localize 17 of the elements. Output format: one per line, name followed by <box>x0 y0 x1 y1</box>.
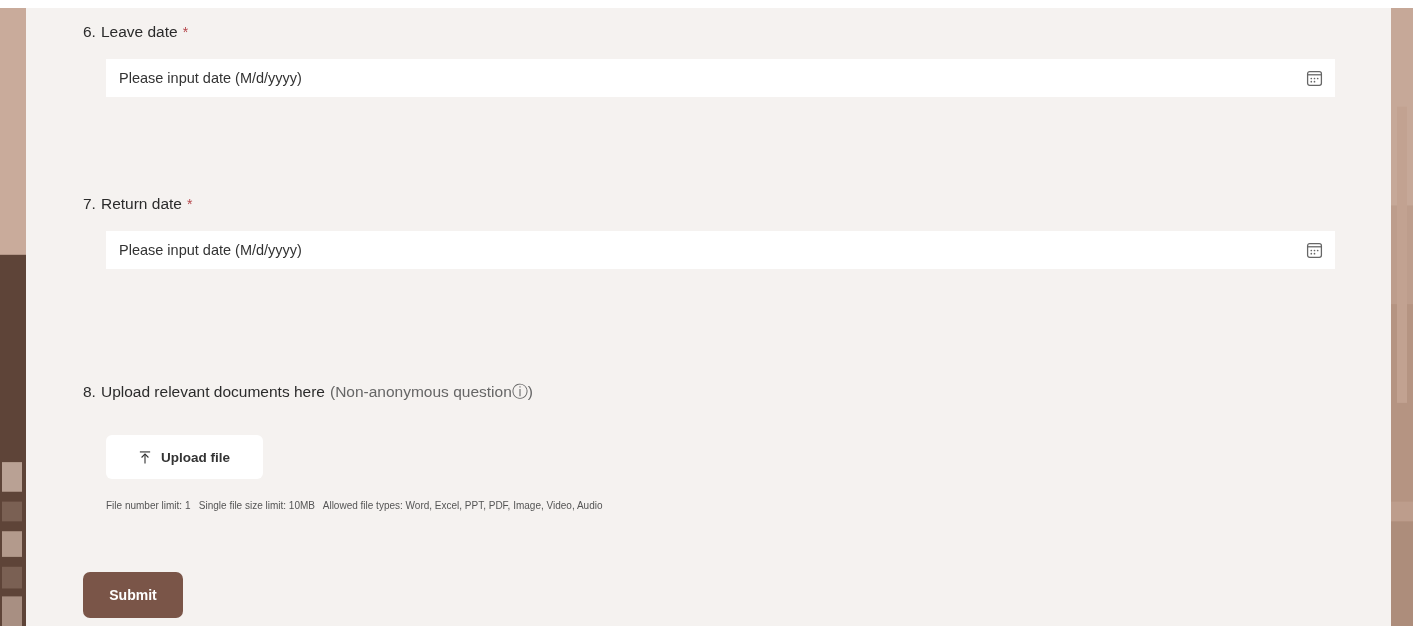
question-title: Upload relevant documents here <box>100 383 325 401</box>
question-title: Return date <box>100 195 182 213</box>
calendar-icon[interactable] <box>1306 70 1323 87</box>
calendar-icon[interactable] <box>1306 242 1323 259</box>
question-note: (Non-anonymous questionⓘ) <box>329 382 533 402</box>
required-mark: * <box>186 196 193 212</box>
upload-button[interactable]: Upload file <box>106 435 263 479</box>
question-number: 6. <box>83 23 96 41</box>
question-number: 8. <box>83 383 96 401</box>
date-field[interactable]: Please input date (M/d/yyyy) <box>106 59 1335 97</box>
submit-button[interactable]: Submit <box>83 572 183 618</box>
question-title: Leave date <box>100 23 178 41</box>
required-mark: * <box>182 24 189 40</box>
upload-limits: File number limit: 1 Single file size limit: 10MB Allowed file types: Word, Excel, PPT, PDF, Image, Video, Audio <box>106 500 604 511</box>
question-number: 7. <box>83 195 96 213</box>
upload-icon <box>139 449 151 465</box>
date-field[interactable]: Please input date (M/d/yyyy) <box>106 231 1335 269</box>
